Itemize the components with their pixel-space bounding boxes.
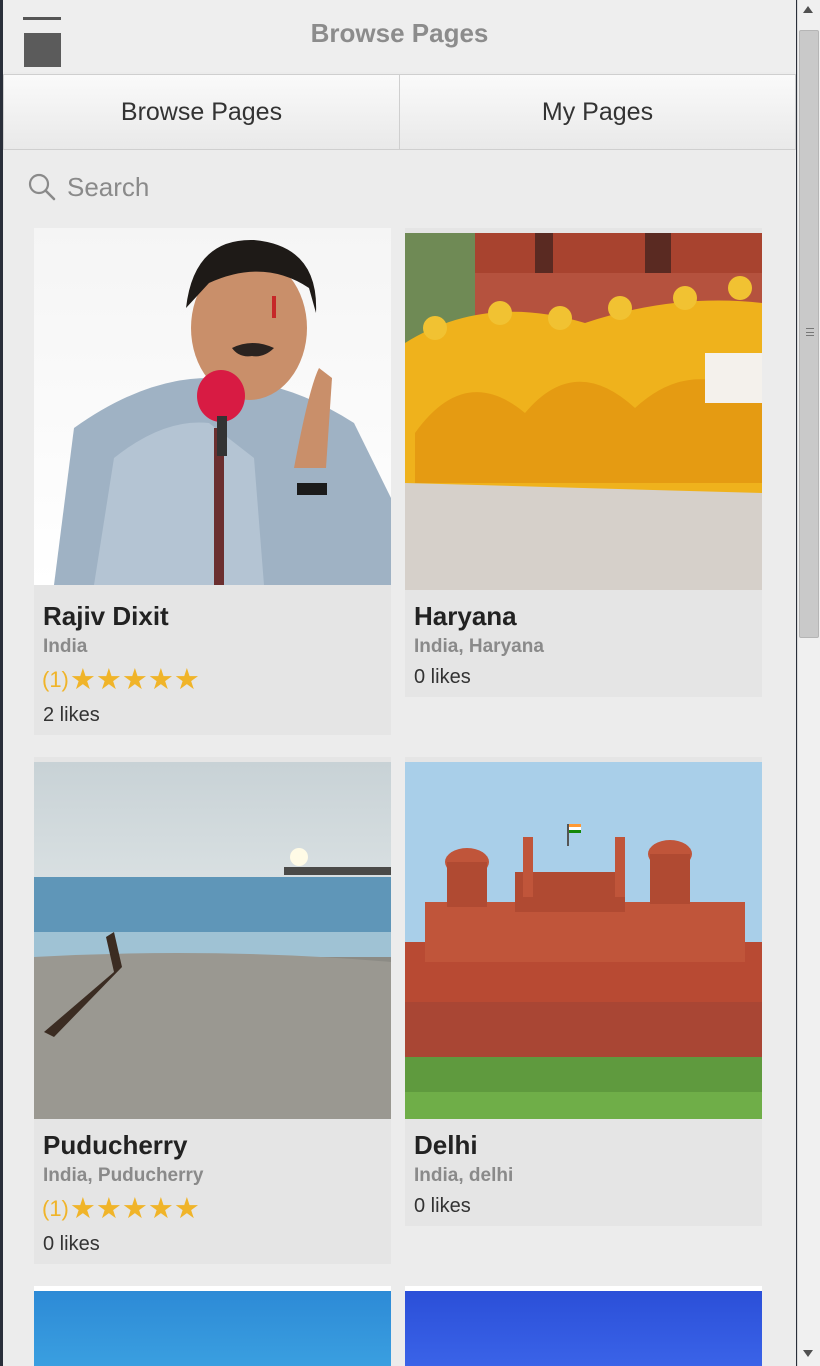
page-card-delhi[interactable]: Delhi India, delhi 0 likes (405, 757, 762, 1226)
tab-my-pages[interactable]: My Pages (399, 75, 795, 149)
search-icon (28, 173, 56, 201)
page-location: India, Puducherry (43, 1165, 204, 1186)
grip-icon (806, 328, 814, 336)
page-photo-haryana[interactable] (405, 233, 762, 590)
page-name[interactable]: Puducherry (43, 1130, 188, 1161)
portrait-image (34, 228, 391, 585)
page-card-puducherry[interactable]: Puducherry India, Puducherry (1) ★★★★★ 0… (34, 757, 391, 1264)
rating-stars: ★★★★★ (69, 1193, 200, 1225)
page-name[interactable]: Haryana (414, 601, 517, 632)
likes-count: 0 likes (414, 1195, 471, 1217)
search-input[interactable] (67, 171, 667, 203)
page-card-next-right[interactable] (405, 1286, 762, 1366)
dancers-image (405, 233, 762, 590)
rating-count: (1) (42, 666, 69, 692)
page-title: Browse Pages (310, 18, 489, 48)
likes-count: 2 likes (43, 704, 100, 726)
likes-count: 0 likes (414, 666, 471, 688)
rating-count: (1) (42, 1195, 69, 1221)
page-name[interactable]: Rajiv Dixit (43, 601, 169, 632)
page-card-haryana[interactable]: Haryana India, Haryana 0 likes (405, 228, 762, 697)
page-photo-partial[interactable] (34, 1291, 391, 1366)
page-name[interactable]: Delhi (414, 1130, 478, 1161)
app-window: Browse Pages Browse Pages My Pages Searc… (3, 0, 796, 1366)
scroll-up-arrow-icon[interactable] (803, 6, 813, 13)
page-location: India, Haryana (414, 636, 544, 657)
vertical-scrollbar[interactable] (797, 0, 820, 1366)
red-fort-image (405, 762, 762, 1119)
page-photo-rajiv-dixit[interactable] (34, 228, 391, 585)
rating: (1) ★★★★★ (42, 662, 200, 697)
scroll-down-arrow-icon[interactable] (803, 1350, 813, 1357)
top-bar: Browse Pages (3, 0, 796, 72)
beach-image (34, 762, 391, 1119)
page-photo-partial[interactable] (405, 1291, 762, 1366)
page-card-rajiv-dixit[interactable]: Rajiv Dixit India (1) ★★★★★ 2 likes (34, 228, 391, 735)
rating: (1) ★★★★★ (42, 1191, 200, 1226)
page-location: India, delhi (414, 1165, 514, 1186)
tab-bar: Browse Pages My Pages (3, 74, 796, 150)
likes-count: 0 likes (43, 1233, 100, 1255)
page-photo-delhi[interactable] (405, 762, 762, 1119)
page-card-next-left[interactable] (34, 1286, 391, 1366)
search-bar[interactable] (27, 166, 767, 208)
scrollbar-thumb[interactable] (799, 30, 819, 638)
page-photo-puducherry[interactable] (34, 762, 391, 1119)
tab-browse-pages[interactable]: Browse Pages (4, 75, 399, 149)
rating-stars: ★★★★★ (69, 664, 200, 696)
page-location: India (43, 636, 88, 657)
